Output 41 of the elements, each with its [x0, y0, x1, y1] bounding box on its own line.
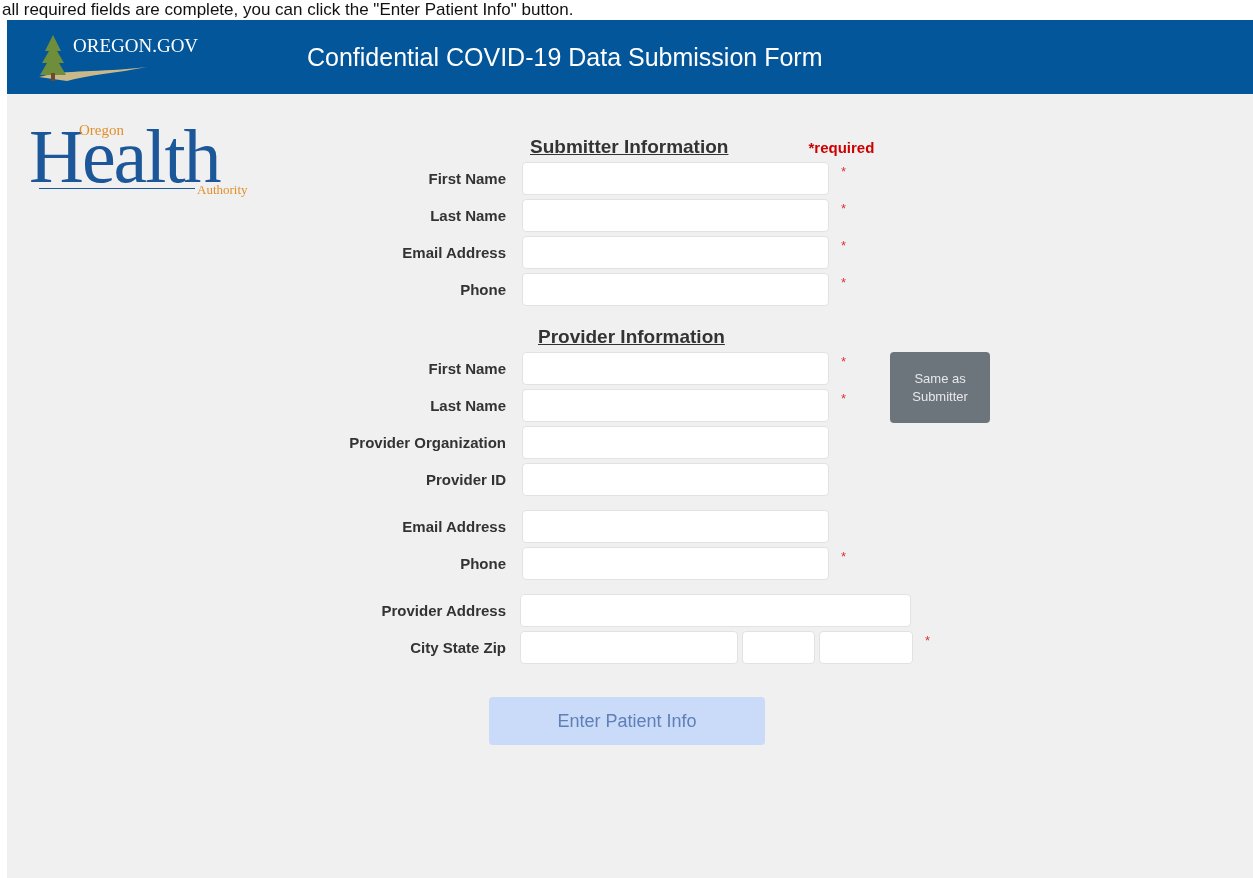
- required-mark: *: [925, 633, 931, 648]
- field-label: First Name: [427, 360, 506, 377]
- field-label: Email Address: [401, 244, 506, 261]
- field-label: Phone: [459, 555, 506, 572]
- instruction-text: all required fields are complete, you can click the "Enter Patient Info" button.: [1, 0, 575, 20]
- input-field[interactable]: [522, 547, 829, 580]
- section-heading: Submitter Information: [530, 136, 729, 158]
- input-field[interactable]: [520, 594, 911, 627]
- input-field[interactable]: [522, 273, 829, 306]
- field-label: Email Address: [401, 518, 506, 535]
- input-field[interactable]: [522, 426, 829, 459]
- field-label: City State Zip: [409, 639, 506, 656]
- input-field[interactable]: [522, 199, 829, 232]
- field-label: Provider Organization: [348, 434, 506, 451]
- input-field[interactable]: [522, 463, 829, 496]
- field-label: Phone: [459, 281, 506, 298]
- same-as-submitter-button[interactable]: Same as Submitter: [890, 352, 991, 423]
- input-field[interactable]: [522, 352, 829, 385]
- field-label: Provider ID: [424, 471, 506, 488]
- required-mark: *: [841, 238, 847, 253]
- required-mark: *: [841, 201, 847, 216]
- required-mark: *: [841, 549, 847, 564]
- input-field[interactable]: [522, 236, 829, 269]
- logo-text[interactable]: OREGON.GOV: [73, 35, 199, 57]
- input-field[interactable]: [522, 510, 829, 543]
- input-field[interactable]: [522, 389, 829, 422]
- state-field[interactable]: [742, 631, 815, 664]
- required-mark: *: [841, 354, 847, 369]
- page-title: Confidential COVID-19 Data Submission Form: [307, 42, 823, 72]
- field-label: Provider Address: [380, 602, 506, 619]
- field-label: Last Name: [429, 397, 506, 414]
- section-heading: Provider Information: [538, 326, 725, 348]
- required-mark: *: [841, 391, 847, 406]
- field-label: Last Name: [429, 207, 506, 224]
- zip-field[interactable]: [819, 631, 913, 664]
- required-note: *required: [808, 139, 875, 158]
- required-mark: *: [841, 275, 847, 290]
- field-label: First Name: [427, 170, 506, 187]
- required-mark: *: [841, 164, 847, 179]
- input-field[interactable]: [522, 162, 829, 195]
- city-field[interactable]: [520, 631, 738, 664]
